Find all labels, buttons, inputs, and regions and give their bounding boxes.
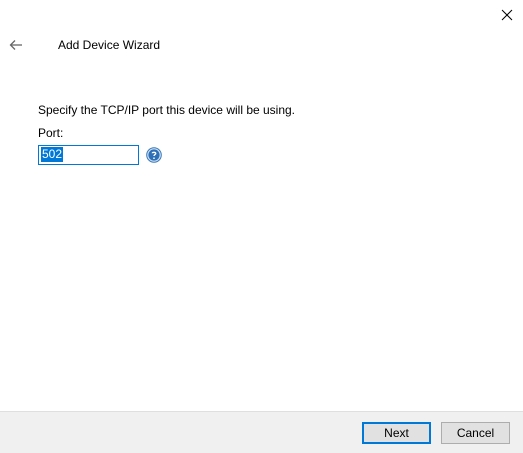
back-button[interactable] (5, 35, 27, 55)
help-icon (146, 147, 162, 163)
close-button[interactable] (494, 4, 520, 26)
port-label: Port: (38, 126, 64, 140)
add-device-wizard-dialog: Add Device Wizard Specify the TCP/IP por… (0, 0, 523, 453)
port-input[interactable]: 502 (38, 145, 139, 165)
back-arrow-icon (9, 40, 22, 50)
close-icon (501, 9, 513, 21)
next-button[interactable]: Next (362, 422, 431, 444)
cancel-button[interactable]: Cancel (441, 422, 510, 444)
footer-bar: Next Cancel (0, 411, 523, 453)
port-input-value: 502 (41, 147, 64, 162)
dialog-title: Add Device Wizard (58, 38, 161, 52)
help-button[interactable] (146, 147, 162, 163)
instruction-text: Specify the TCP/IP port this device will… (38, 103, 296, 117)
